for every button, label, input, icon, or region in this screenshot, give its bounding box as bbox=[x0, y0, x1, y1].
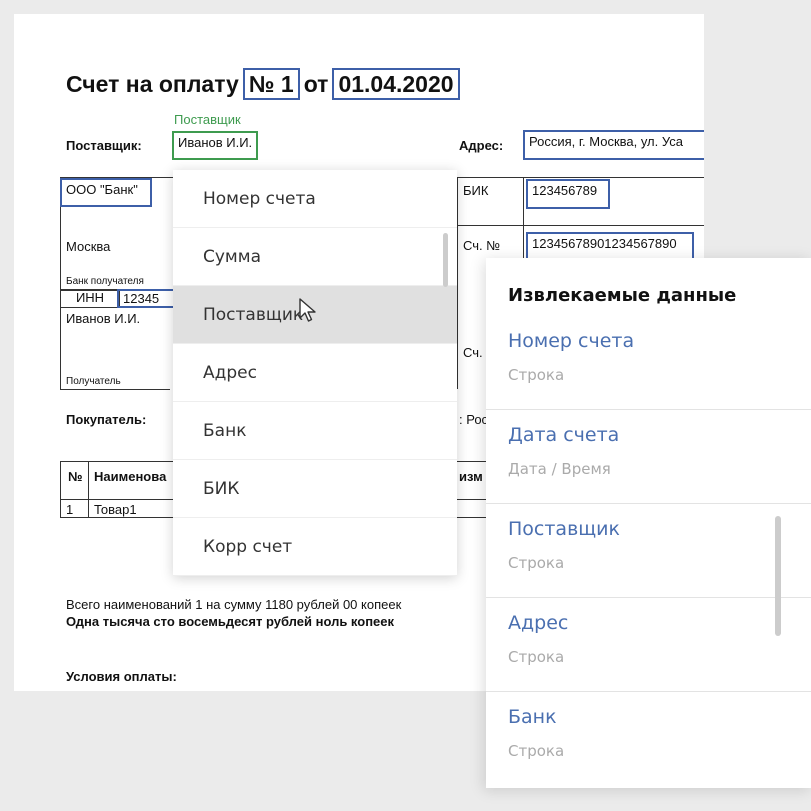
field-dropdown-menu[interactable]: Номер счета Сумма Поставщик Адрес Банк Б… bbox=[173, 170, 457, 576]
total-words: Одна тысяча сто восемьдесят рублей ноль … bbox=[66, 614, 395, 629]
field-type: Дата / Время bbox=[508, 460, 611, 478]
inn-label: ИНН bbox=[60, 289, 120, 308]
field-type: Строка bbox=[508, 742, 565, 760]
extracted-field-invoice-number[interactable]: Номер счета Строка bbox=[486, 316, 811, 410]
goods-col-no: № bbox=[68, 469, 83, 484]
table-line bbox=[60, 389, 170, 390]
mouse-cursor-icon bbox=[299, 298, 316, 322]
payment-terms-label: Условия оплаты: bbox=[66, 669, 177, 684]
inn-value-highlight[interactable]: 12345 bbox=[117, 289, 177, 308]
invoice-title-prefix: Счет на оплату bbox=[66, 70, 239, 97]
field-name: Номер счета bbox=[508, 330, 635, 352]
supplier-hint-label: Поставщик bbox=[174, 112, 241, 127]
buyer-label: Покупатель: bbox=[66, 412, 147, 427]
dropdown-item-address[interactable]: Адрес bbox=[173, 344, 457, 402]
bank-city: Москва bbox=[66, 239, 111, 254]
extracted-field-bank[interactable]: Банк Строка bbox=[486, 692, 811, 786]
table-line bbox=[88, 461, 89, 517]
buyer-value-fragment: : Рос bbox=[459, 412, 489, 427]
invoice-from-word: от bbox=[303, 70, 329, 97]
dropdown-scrollbar[interactable] bbox=[443, 233, 448, 287]
dropdown-item-amount[interactable]: Сумма bbox=[173, 228, 457, 286]
account-label: Сч. № bbox=[463, 238, 501, 253]
table-line bbox=[60, 461, 61, 517]
table-line bbox=[457, 177, 458, 389]
field-name: Адрес bbox=[508, 612, 569, 634]
total-text: Всего наименований 1 на сумму 1180 рубле… bbox=[66, 597, 402, 612]
field-type: Строка bbox=[508, 366, 565, 384]
panel-scrollbar[interactable] bbox=[775, 516, 781, 636]
bik-label: БИК bbox=[463, 183, 489, 198]
field-name: Банк bbox=[508, 706, 557, 728]
account-value-highlight[interactable]: 12345678901234567890 bbox=[526, 232, 694, 260]
dropdown-item-bik[interactable]: БИК bbox=[173, 460, 457, 518]
extracted-field-supplier[interactable]: Поставщик Строка bbox=[486, 504, 811, 598]
dropdown-item-invoice-number[interactable]: Номер счета bbox=[173, 170, 457, 228]
goods-row1-name: Товар1 bbox=[94, 502, 137, 517]
recipient-label: Получатель bbox=[66, 376, 121, 387]
goods-row1-no: 1 bbox=[66, 502, 74, 517]
invoice-date-highlight[interactable]: 01.04.2020 bbox=[332, 68, 460, 100]
recipient-name: Иванов И.И. bbox=[66, 311, 141, 326]
field-type: Строка bbox=[508, 648, 565, 666]
bank-recipient-label: Банк получателя bbox=[66, 276, 144, 287]
dropdown-item-corr-account[interactable]: Корр счет bbox=[173, 518, 457, 576]
goods-col-name: Наименова bbox=[94, 469, 167, 484]
bik-value-highlight[interactable]: 123456789 bbox=[526, 179, 610, 209]
dropdown-item-supplier-label: Поставщик bbox=[203, 305, 304, 325]
address-value-highlight[interactable]: Россия, г. Москва, ул. Уса bbox=[523, 130, 704, 160]
field-name: Поставщик bbox=[508, 518, 620, 540]
extracted-data-panel: Извлекаемые данные Номер счета Строка Да… bbox=[486, 258, 811, 788]
table-line bbox=[60, 177, 61, 389]
invoice-title: Счет на оплату № 1 от 01.04.2020 bbox=[66, 68, 460, 100]
extracted-field-address[interactable]: Адрес Строка bbox=[486, 598, 811, 692]
dropdown-item-bank[interactable]: Банк bbox=[173, 402, 457, 460]
panel-title: Извлекаемые данные bbox=[508, 285, 737, 306]
goods-col-unit: изм bbox=[459, 469, 483, 484]
address-label: Адрес: bbox=[459, 138, 504, 153]
table-line bbox=[457, 225, 704, 226]
invoice-number-highlight[interactable]: № 1 bbox=[242, 68, 300, 100]
bank-name-highlight[interactable]: ООО "Банк" bbox=[60, 178, 152, 207]
field-name: Дата счета bbox=[508, 424, 620, 446]
extracted-field-invoice-date[interactable]: Дата счета Дата / Время bbox=[486, 410, 811, 504]
field-type: Строка bbox=[508, 554, 565, 572]
supplier-value-highlight[interactable]: Иванов И.И. bbox=[172, 131, 259, 160]
supplier-label: Поставщик: bbox=[66, 138, 142, 153]
account-label-2: Сч. bbox=[463, 345, 483, 360]
dropdown-item-supplier[interactable]: Поставщик bbox=[173, 286, 457, 344]
